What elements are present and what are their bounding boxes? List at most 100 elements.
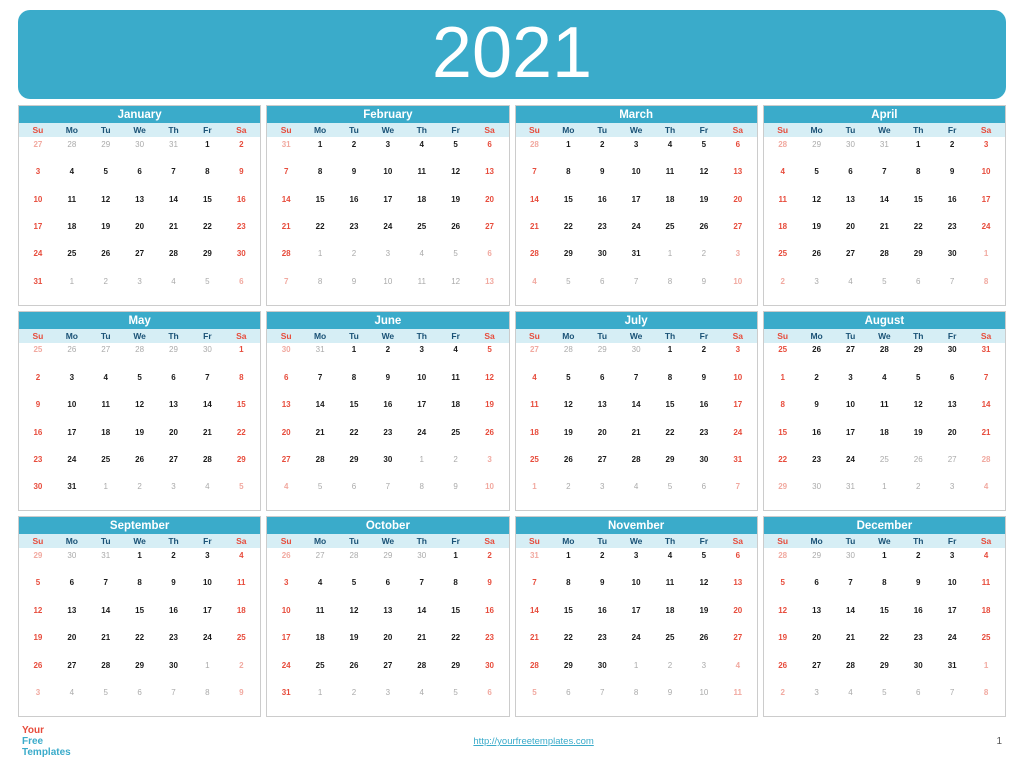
- day-cell: 14: [269, 193, 303, 220]
- day-cell: 2: [901, 481, 935, 508]
- day-cell: 6: [800, 577, 834, 604]
- dow-cell-we: We: [867, 330, 901, 342]
- day-cell: 14: [969, 399, 1003, 426]
- day-cell: 31: [619, 248, 653, 275]
- dow-row: SuMoTuWeThFrSa: [764, 329, 1005, 343]
- day-cell: 18: [55, 220, 89, 247]
- day-cell: 15: [901, 193, 935, 220]
- day-cell: 31: [303, 344, 337, 371]
- day-cell: 18: [89, 426, 123, 453]
- day-cell: 10: [371, 275, 405, 302]
- day-cell: 8: [439, 577, 473, 604]
- day-cell: 30: [585, 248, 619, 275]
- day-cell: 28: [766, 138, 800, 165]
- day-cell: 14: [518, 604, 552, 631]
- dow-row: SuMoTuWeThFrSa: [267, 123, 508, 137]
- day-cell: 29: [157, 344, 191, 371]
- day-cell: 20: [935, 426, 969, 453]
- day-cell: 31: [269, 138, 303, 165]
- dow-cell-we: We: [867, 124, 901, 136]
- day-cell: 13: [371, 604, 405, 631]
- day-cell: 28: [405, 659, 439, 686]
- day-cell: 1: [653, 248, 687, 275]
- day-cell: 23: [935, 220, 969, 247]
- day-cell: 11: [224, 577, 258, 604]
- day-cell: 4: [157, 275, 191, 302]
- day-cell: 3: [371, 138, 405, 165]
- dow-cell-su: Su: [766, 330, 800, 342]
- day-cell: 12: [439, 166, 473, 193]
- day-cell: 28: [518, 659, 552, 686]
- dow-cell-mo: Mo: [55, 330, 89, 342]
- footer-url[interactable]: http://yourfreetemplates.com: [473, 736, 593, 747]
- dow-cell-sa: Sa: [473, 124, 507, 136]
- day-cell: 19: [473, 399, 507, 426]
- day-cell: 8: [190, 166, 224, 193]
- day-cell: 2: [687, 344, 721, 371]
- day-cell: 2: [935, 138, 969, 165]
- day-cell: 7: [371, 481, 405, 508]
- day-cell: 20: [269, 426, 303, 453]
- day-cell: 9: [473, 577, 507, 604]
- day-cell: 26: [89, 248, 123, 275]
- day-cell: 15: [867, 604, 901, 631]
- day-cell: 2: [687, 248, 721, 275]
- day-cell: 4: [405, 687, 439, 714]
- days-grid: 2829303112345678910111213141516171819202…: [764, 137, 1005, 305]
- day-cell: 22: [551, 632, 585, 659]
- day-cell: 30: [834, 549, 868, 576]
- day-cell: 16: [585, 604, 619, 631]
- day-cell: 24: [935, 632, 969, 659]
- day-cell: 30: [405, 549, 439, 576]
- day-cell: 11: [969, 577, 1003, 604]
- day-cell: 17: [935, 604, 969, 631]
- day-cell: 6: [337, 481, 371, 508]
- day-cell: 30: [473, 659, 507, 686]
- day-cell: 16: [901, 604, 935, 631]
- dow-cell-tu: Tu: [834, 535, 868, 547]
- day-cell: 7: [619, 371, 653, 398]
- day-cell: 10: [190, 577, 224, 604]
- day-cell: 15: [551, 604, 585, 631]
- day-cell: 16: [157, 604, 191, 631]
- day-cell: 31: [89, 549, 123, 576]
- dow-cell-th: Th: [653, 535, 687, 547]
- day-cell: 4: [969, 481, 1003, 508]
- day-cell: 20: [721, 193, 755, 220]
- dow-cell-fr: Fr: [935, 124, 969, 136]
- dow-row: SuMoTuWeThFrSa: [267, 534, 508, 548]
- day-cell: 13: [55, 604, 89, 631]
- day-cell: 26: [55, 344, 89, 371]
- day-cell: 9: [687, 275, 721, 302]
- day-cell: 7: [518, 166, 552, 193]
- day-cell: 21: [405, 632, 439, 659]
- day-cell: 23: [473, 632, 507, 659]
- day-cell: 7: [969, 371, 1003, 398]
- day-cell: 20: [473, 193, 507, 220]
- day-cell: 29: [800, 549, 834, 576]
- day-cell: 6: [123, 687, 157, 714]
- day-cell: 6: [901, 275, 935, 302]
- days-grid: 3112345678910111213141516171819202122232…: [516, 548, 757, 716]
- day-cell: 20: [834, 220, 868, 247]
- day-cell: 15: [551, 193, 585, 220]
- day-cell: 4: [405, 248, 439, 275]
- day-cell: 3: [123, 275, 157, 302]
- dow-cell-th: Th: [405, 535, 439, 547]
- day-cell: 14: [867, 193, 901, 220]
- day-cell: 27: [21, 138, 55, 165]
- day-cell: 8: [551, 166, 585, 193]
- day-cell: 3: [800, 275, 834, 302]
- dow-cell-su: Su: [518, 535, 552, 547]
- day-cell: 18: [405, 193, 439, 220]
- day-cell: 29: [551, 659, 585, 686]
- day-cell: 28: [123, 344, 157, 371]
- day-cell: 1: [653, 344, 687, 371]
- day-cell: 23: [800, 454, 834, 481]
- day-cell: 19: [337, 632, 371, 659]
- dow-row: SuMoTuWeThFrSa: [516, 123, 757, 137]
- day-cell: 9: [653, 687, 687, 714]
- day-cell: 19: [901, 426, 935, 453]
- day-cell: 16: [337, 193, 371, 220]
- day-cell: 13: [721, 577, 755, 604]
